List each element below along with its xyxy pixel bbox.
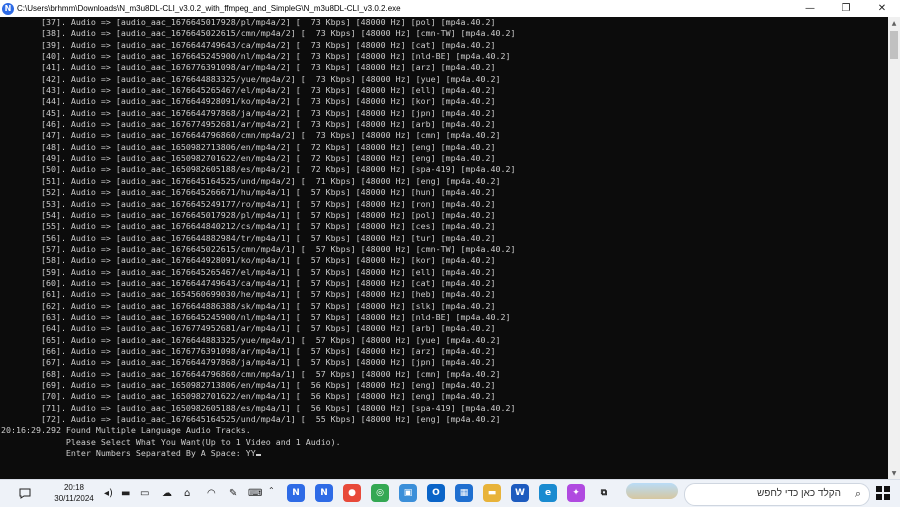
console-line: [68]. Audio => [audio_aac_1676644796860/… — [1, 368, 501, 379]
display-icon[interactable]: ▭ — [140, 488, 149, 499]
console-line: 20:16:29.292 Found Multiple Language Aud… — [1, 425, 251, 436]
console-line: [51]. Audio => [audio_aac_1676645164525/… — [1, 175, 501, 186]
console-line: [45]. Audio => [audio_aac_1676644797868/… — [1, 107, 496, 118]
outlook-app-icon[interactable]: O — [427, 484, 445, 502]
console-line: [53]. Audio => [audio_aac_1676645249177/… — [1, 198, 496, 209]
language-icon[interactable]: ⌨ — [248, 488, 262, 499]
console-line: Please Select What You Want(Up to 1 Vide… — [1, 436, 341, 447]
scroll-up-icon[interactable]: ▲ — [888, 17, 900, 29]
clock-time: 20:18 — [63, 483, 85, 492]
n-m3u8dl-app-icon[interactable]: N — [287, 484, 305, 502]
console-line: [44]. Audio => [audio_aac_1676644928091/… — [1, 96, 496, 107]
app-icon: N — [2, 2, 14, 15]
copilot-app-icon[interactable]: ✦ — [567, 484, 585, 502]
taskbar: 20:18 30/11/2024 ◂) ▬ ▭ ☁ ⌂ ◠ ✎ ⌨ ⌃ N N ● ◎… — [0, 479, 900, 507]
search-icon: ⌕ — [854, 487, 861, 500]
word-app-icon[interactable]: W — [511, 484, 529, 502]
title-bar: N C:\Users\brhmm\Downloads\N_m3u8DL-CLI_… — [0, 0, 900, 17]
windows-logo-icon — [876, 486, 882, 493]
close-button[interactable]: ✕ — [864, 0, 900, 17]
search-highlight-image[interactable] — [626, 483, 678, 499]
clock-date: 30/11/2024 — [54, 494, 94, 503]
console-line: [56]. Audio => [audio_aac_1676644882984/… — [1, 232, 496, 243]
console-input[interactable]: YY — [246, 448, 256, 458]
console-line: [66]. Audio => [audio_aac_1676776391098/… — [1, 345, 496, 356]
console-line: [42]. Audio => [audio_aac_1676644883325/… — [1, 73, 501, 84]
network-icon[interactable]: ⌂ — [184, 488, 190, 499]
console-line: [41]. Audio => [audio_aac_1676776391098/… — [1, 62, 496, 73]
console-line: [72]. Audio => [audio_aac_1676645164525/… — [1, 414, 501, 425]
console-line: [43]. Audio => [audio_aac_1676645265467/… — [1, 85, 496, 96]
chrome-app-icon[interactable]: ◎ — [371, 484, 389, 502]
console-line: [37]. Audio => [audio_aac_1676645017928/… — [1, 17, 496, 27]
window-controls: — ❐ ✕ — [792, 0, 900, 17]
console-line: [50]. Audio => [audio_aac_1650982605188/… — [1, 164, 516, 175]
console-line: [40]. Audio => [audio_aac_1676645245900/… — [1, 51, 511, 62]
text-cursor — [255, 454, 261, 457]
vertical-scrollbar[interactable]: ▲ ▼ — [888, 17, 900, 479]
console-line: [61]. Audio => [audio_aac_1654560699030/… — [1, 289, 496, 300]
start-button[interactable] — [876, 486, 890, 500]
photos-app-icon[interactable]: ▣ — [399, 484, 417, 502]
console-line: [69]. Audio => [audio_aac_1650982713806/… — [1, 380, 496, 390]
console-line: [39]. Audio => [audio_aac_1676644749643/… — [1, 39, 496, 50]
console-line: [52]. Audio => [audio_aac_1676645266671/… — [1, 187, 496, 198]
scroll-down-icon[interactable]: ▼ — [888, 467, 900, 479]
console-text: [37]. Audio => [audio_aac_1676645017928/… — [0, 17, 888, 459]
console-line: [65]. Audio => [audio_aac_1676644883325/… — [1, 334, 501, 345]
window-title: C:\Users\brhmm\Downloads\N_m3u8DL-CLI_v3… — [17, 4, 401, 13]
console-line: [64]. Audio => [audio_aac_1676774952681/… — [1, 323, 496, 334]
wifi-icon[interactable]: ◠ — [207, 488, 216, 499]
n-m3u8dl-app-2-icon[interactable]: N — [315, 484, 333, 502]
search-input[interactable]: הקלד כאן כדי לחפש ⌕ — [684, 483, 870, 506]
pen-icon[interactable]: ✎ — [229, 488, 237, 499]
search-placeholder: הקלד כאן כדי לחפש — [756, 488, 841, 499]
console-line: [49]. Audio => [audio_aac_1650982701622/… — [1, 153, 496, 164]
file-explorer-app-icon[interactable]: ▬ — [483, 484, 501, 502]
console-line: Enter Numbers Separated By A Space: — [1, 448, 246, 459]
notification-icon[interactable] — [14, 480, 36, 507]
volume-icon[interactable]: ◂) — [104, 488, 113, 499]
minimize-button[interactable]: — — [792, 0, 828, 17]
console-line: [62]. Audio => [audio_aac_1676644886388/… — [1, 300, 496, 311]
console-output[interactable]: [37]. Audio => [audio_aac_1676645017928/… — [0, 17, 888, 479]
console-line: [47]. Audio => [audio_aac_1676644796860/… — [1, 130, 501, 141]
console-line: [48]. Audio => [audio_aac_1650982713806/… — [1, 141, 496, 152]
game-app-icon[interactable]: ● — [343, 484, 361, 502]
console-line: [55]. Audio => [audio_aac_1676644840212/… — [1, 221, 496, 232]
maximize-button[interactable]: ❐ — [828, 0, 864, 17]
console-line: [70]. Audio => [audio_aac_1650982701622/… — [1, 391, 496, 402]
chevron-up-icon[interactable]: ⌃ — [268, 486, 275, 495]
console-line: [54]. Audio => [audio_aac_1676645017928/… — [1, 209, 496, 220]
console-line: [58]. Audio => [audio_aac_1676644928091/… — [1, 255, 496, 266]
console-line: [38]. Audio => [audio_aac_1676645022615/… — [1, 28, 516, 39]
console-line: [60]. Audio => [audio_aac_1676644749643/… — [1, 277, 496, 288]
edge-app-icon[interactable]: e — [539, 484, 557, 502]
task-view-icon[interactable]: ⧉ — [595, 484, 613, 502]
console-line: [59]. Audio => [audio_aac_1676645265467/… — [1, 266, 496, 277]
console-line: [46]. Audio => [audio_aac_1676774952681/… — [1, 119, 496, 130]
console-line: [71]. Audio => [audio_aac_1650982605188/… — [1, 402, 516, 413]
console-line: [67]. Audio => [audio_aac_1676644797868/… — [1, 357, 496, 368]
store-app-icon[interactable]: ▦ — [455, 484, 473, 502]
battery-icon[interactable]: ▬ — [121, 488, 130, 499]
scroll-thumb[interactable] — [890, 31, 898, 59]
console-line: [57]. Audio => [audio_aac_1676645022615/… — [1, 243, 516, 254]
console-line: [63]. Audio => [audio_aac_1676645245900/… — [1, 311, 511, 322]
cloud-icon[interactable]: ☁ — [162, 488, 172, 499]
clock[interactable]: 20:18 30/11/2024 — [52, 482, 96, 504]
